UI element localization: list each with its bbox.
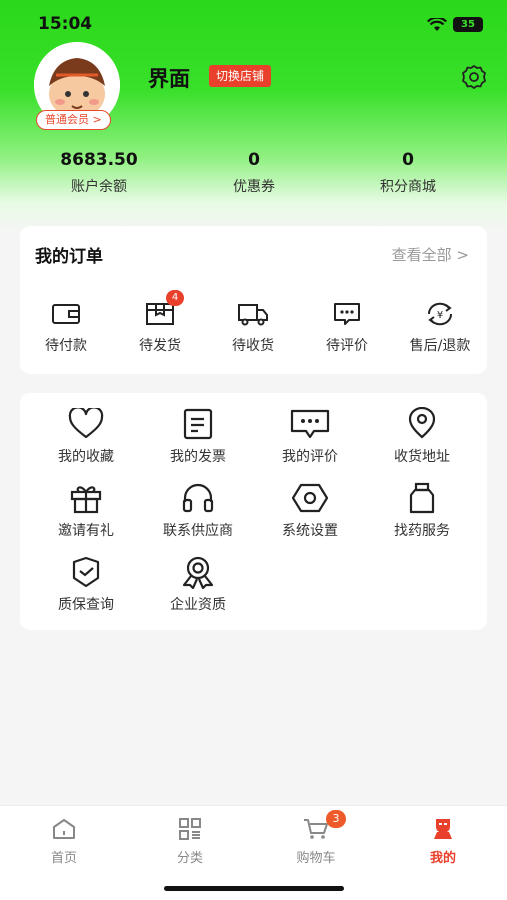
invoice-icon [142,407,254,441]
service-label: 联系供应商 [163,523,233,539]
service-invoices[interactable]: 我的发票 [142,407,254,466]
heart-icon [30,407,142,441]
service-favorites[interactable]: 我的收藏 [30,407,142,466]
home-icon [14,816,114,842]
order-item-label: 待发货 [139,338,181,354]
medicine-bottle-icon [366,481,478,515]
service-label: 邀请有礼 [58,523,114,539]
service-addresses[interactable]: 收货地址 [366,407,478,466]
switch-shop-button[interactable]: 切换店铺 [209,65,272,87]
service-reviews[interactable]: 我的评价 [254,407,366,466]
award-icon [142,555,254,589]
order-item-label: 待收货 [232,338,274,354]
refund-icon: ¥ [395,299,485,329]
orders-title: 我的订单 [35,247,103,267]
order-item-label: 待评价 [326,338,368,354]
service-warranty[interactable]: 质保查询 [30,555,142,614]
status-time: 15:04 [38,14,93,34]
order-item-label: 待付款 [45,338,87,354]
cart-count-badge: 3 [326,810,346,828]
coupons-value: 0 [248,150,260,170]
review-icon [254,407,366,441]
service-label: 企业资质 [170,597,226,613]
shield-icon [30,555,142,589]
shipment-count-badge: 4 [166,290,184,306]
profile-icon [393,816,493,842]
order-pending-receipt[interactable]: 待收货 [208,299,298,355]
service-contact-supplier[interactable]: 联系供应商 [142,481,254,540]
tab-label: 我的 [429,851,456,866]
gear-icon[interactable] [460,63,488,91]
service-label: 找药服务 [394,523,450,539]
tab-label: 分类 [176,851,203,866]
order-item-label: 售后/退款 [409,338,471,354]
services-card: 我的收藏 我的发票 我的评价 收货地址 邀请有礼 联系供应商 系统设置 找药服务… [20,393,487,630]
service-label: 系统设置 [282,523,338,539]
tab-cart[interactable]: 3 购物车 [266,810,366,866]
hex-settings-icon [254,481,366,515]
points-label: 积分商城 [380,179,436,195]
service-label: 质保查询 [58,597,114,613]
tab-label: 首页 [50,851,77,866]
location-icon [366,407,478,441]
member-level-badge[interactable]: 普通会员 > [36,110,111,130]
battery-icon: 35 [453,17,483,32]
tab-profile[interactable]: 我的 [393,816,493,866]
balance-label: 账户余额 [71,179,127,195]
wifi-icon [427,16,447,36]
service-label: 我的评价 [282,449,338,465]
coupons-label: 优惠券 [233,179,275,195]
service-system-settings[interactable]: 系统设置 [254,481,366,540]
order-pending-payment[interactable]: 待付款 [21,299,111,355]
service-label: 我的收藏 [58,449,114,465]
stat-points-mall[interactable]: 0 积分商城 [343,150,473,196]
service-label: 我的发票 [170,449,226,465]
order-after-sales[interactable]: ¥ 售后/退款 [395,299,485,355]
balance-value: 8683.50 [60,150,138,170]
order-pending-shipment[interactable]: 4 待发货 [115,290,205,355]
home-indicator [164,886,344,891]
comment-icon [302,299,392,329]
package-icon: 4 [115,290,205,329]
tab-label: 购物车 [296,851,336,866]
svg-text:¥: ¥ [437,310,443,321]
stat-balance[interactable]: 8683.50 账户余额 [34,150,164,196]
tab-category[interactable]: 分类 [140,816,240,866]
orders-card: 我的订单 查看全部 > 待付款 4 待发货 待收货 待评价 ¥ 售后/退款 [20,226,487,374]
service-qualifications[interactable]: 企业资质 [142,555,254,614]
cart-icon: 3 [266,810,366,842]
truck-icon [208,299,298,329]
tab-home[interactable]: 首页 [14,816,114,866]
headset-icon [142,481,254,515]
category-icon [140,816,240,842]
stat-coupons[interactable]: 0 优惠券 [189,150,319,196]
view-all-orders-link[interactable]: 查看全部 > [392,244,469,265]
service-find-medicine[interactable]: 找药服务 [366,481,478,540]
shop-name: 界面 [148,67,190,91]
service-invite[interactable]: 邀请有礼 [30,481,142,540]
order-pending-review[interactable]: 待评价 [302,299,392,355]
points-value: 0 [402,150,414,170]
service-label: 收货地址 [394,449,450,465]
gift-icon [30,481,142,515]
wallet-icon [21,299,111,329]
